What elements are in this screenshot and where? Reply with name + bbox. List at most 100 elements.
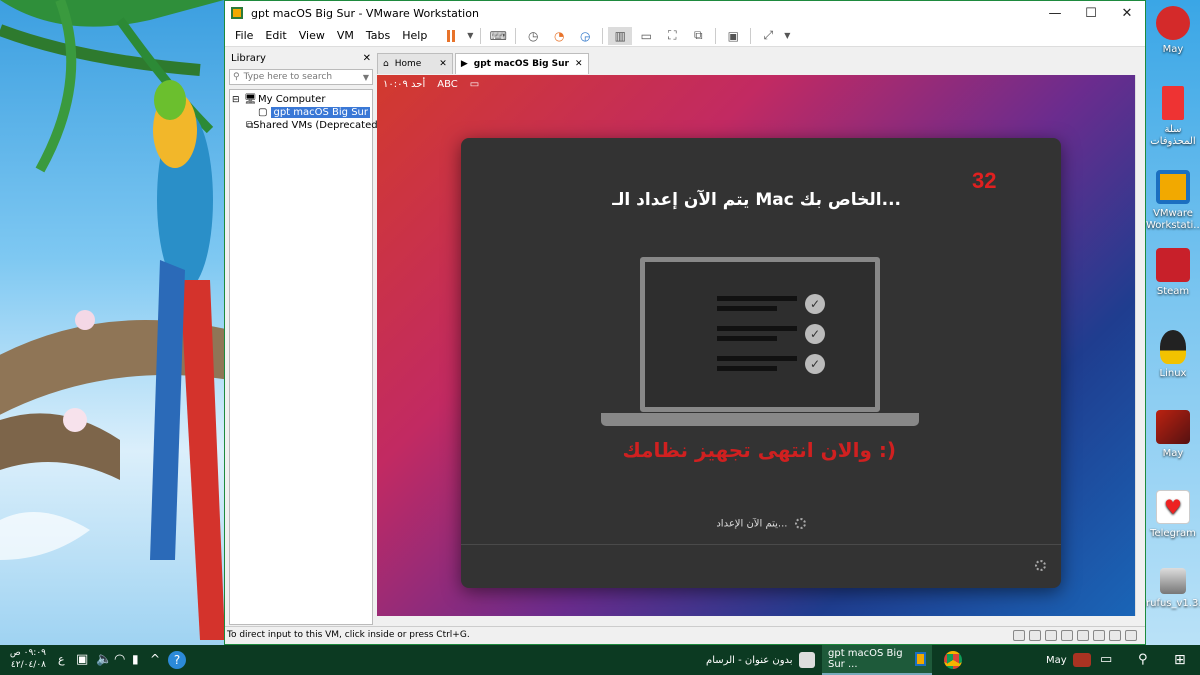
taskbar: ٠٩:٠٩ ص ٤٢/٠٤/٠٨ ع ▣ 🔈 ◠ ▮ ^ ? بدون عنوا… xyxy=(0,645,1200,675)
hard-disk-icon[interactable] xyxy=(1013,630,1025,641)
toolbar-separator xyxy=(602,27,604,44)
send-keys-icon[interactable]: ⌨ xyxy=(486,27,510,45)
tree-label: Shared VMs (Deprecated) xyxy=(253,120,382,131)
window-title: gpt macOS Big Sur - VMware Workstation xyxy=(251,6,479,20)
keyboard-icon: ▭ xyxy=(469,79,480,90)
usb-icon[interactable] xyxy=(1061,630,1073,641)
tab-label: Home xyxy=(394,59,422,69)
title-bar[interactable]: gpt macOS Big Sur - VMware Workstation —… xyxy=(225,1,1145,25)
input-language[interactable]: ع xyxy=(58,653,65,666)
desktop-icon-recycle-bin[interactable]: سلة المحذوفات xyxy=(1146,86,1200,148)
show-library-icon[interactable]: ▥ xyxy=(608,26,633,45)
thumbnail-bar-icon[interactable]: ▭ xyxy=(634,27,658,45)
notification-icon[interactable]: ▣ xyxy=(76,652,92,668)
wifi-icon[interactable]: ◠ xyxy=(114,652,130,668)
revert-snapshot-icon[interactable]: ◔ xyxy=(547,27,571,45)
tab-close-icon[interactable]: ✕ xyxy=(575,59,583,69)
desktop-wallpaper xyxy=(0,0,224,645)
mac-input-source: ABC xyxy=(437,79,458,90)
cd-drive-icon[interactable] xyxy=(1029,630,1041,641)
tree-item-shared-vms[interactable]: ⧉ Shared VMs (Deprecated) xyxy=(232,119,381,132)
desktop-icon-label: VMware Workstati... xyxy=(1146,208,1200,231)
shared-vms-icon: ⧉ xyxy=(246,120,254,131)
full-screen-icon[interactable]: ⛶ xyxy=(660,27,684,45)
tree-label: gpt macOS Big Sur xyxy=(271,107,370,118)
desktop-icon-linux[interactable]: Linux xyxy=(1146,330,1200,380)
desktop-icon-label: Steam xyxy=(1156,286,1190,297)
collapse-icon[interactable]: ⊟ xyxy=(232,95,244,105)
checkmark-icon: ✓ xyxy=(805,354,825,374)
console-icon[interactable]: ▣ xyxy=(721,27,745,45)
tree-item-my-computer[interactable]: ⊟ 🖥 My Computer xyxy=(232,93,370,106)
toolbar-separator xyxy=(750,27,752,44)
taskbar-app-chrome[interactable] xyxy=(938,645,968,675)
desktop-icon-label: May xyxy=(1162,448,1184,459)
search-icon: ⚲ xyxy=(233,72,240,82)
dropdown-arrow-icon[interactable]: ▼ xyxy=(782,27,792,45)
tab-label: gpt macOS Big Sur xyxy=(473,59,569,69)
unity-icon[interactable]: ⧉ xyxy=(686,27,710,45)
taskbar-app-paint[interactable]: بدون عنوان - الرسام xyxy=(700,645,821,675)
tab-home[interactable]: ⌂ Home ✕ xyxy=(377,53,453,74)
pause-button[interactable] xyxy=(439,27,463,45)
sound-icon[interactable] xyxy=(1077,630,1089,641)
dropdown-arrow-icon[interactable]: ▼ xyxy=(465,27,475,45)
display-icon[interactable] xyxy=(1109,630,1121,641)
vertical-scrollbar[interactable] xyxy=(1135,75,1145,616)
tab-close-icon[interactable]: ✕ xyxy=(439,59,447,69)
toolbar-separator xyxy=(480,27,482,44)
spinner-icon xyxy=(1035,560,1046,571)
stretch-icon[interactable]: ⤢ xyxy=(756,27,780,45)
toolbar-separator xyxy=(515,27,517,44)
minimize-button[interactable]: — xyxy=(1037,1,1073,25)
desktop-icon-may-2[interactable]: May xyxy=(1146,410,1200,460)
network-icon[interactable] xyxy=(1045,630,1057,641)
menu-file[interactable]: File xyxy=(229,29,259,42)
battery-icon[interactable]: ▮ xyxy=(132,652,148,668)
snapshot-icon[interactable]: ◷ xyxy=(521,27,545,45)
desktop-icon-steam[interactable]: Steam xyxy=(1146,248,1200,298)
menu-tabs[interactable]: Tabs xyxy=(360,29,396,42)
wallpaper-art xyxy=(0,0,224,640)
menu-help[interactable]: Help xyxy=(396,29,433,42)
maximize-button[interactable]: ☐ xyxy=(1073,1,1109,25)
taskbar-app-may[interactable]: May xyxy=(1040,645,1097,675)
vmware-icon xyxy=(1156,170,1190,204)
vm-display[interactable]: أحد ١٠:٠٩ ABC ▭ 32 يتم الآن إعداد الـ Ma… xyxy=(377,75,1145,616)
message-icon[interactable] xyxy=(1125,630,1137,641)
library-header: Library ✕ xyxy=(227,51,375,67)
task-view-icon[interactable]: ▭ xyxy=(1100,652,1116,668)
taskbar-clock[interactable]: ٠٩:٠٩ ص ٤٢/٠٤/٠٨ xyxy=(6,647,46,671)
desktop-icon-label: سلة المحذوفات xyxy=(1150,124,1196,147)
show-hidden-icons[interactable]: ^ xyxy=(150,652,166,668)
snapshot-manager-icon[interactable]: ◶ xyxy=(573,27,597,45)
desktop-icon-telegram[interactable]: ♥ Telegram xyxy=(1146,490,1200,540)
setup-status: يتم الآن الإعداد... xyxy=(661,518,861,530)
setup-status-text: يتم الآن الإعداد... xyxy=(716,518,788,530)
tree-item-vm[interactable]: ▢ gpt macOS Big Sur xyxy=(232,106,370,119)
vm-icon: ▢ xyxy=(258,107,268,118)
printer-icon[interactable] xyxy=(1093,630,1105,641)
search-icon[interactable]: ⚲ xyxy=(1138,652,1154,668)
menu-edit[interactable]: Edit xyxy=(259,29,292,42)
tux-icon xyxy=(1160,330,1186,364)
library-close-icon[interactable]: ✕ xyxy=(363,53,371,65)
windows-start-icon[interactable]: ⊞ xyxy=(1174,652,1190,668)
menu-view[interactable]: View xyxy=(293,29,331,42)
close-button[interactable]: ✕ xyxy=(1109,1,1145,25)
computer-icon: 🖥 xyxy=(244,94,257,105)
library-search-input[interactable]: ⚲ Type here to search ▼ xyxy=(229,69,373,85)
desktop-icon-may[interactable]: May xyxy=(1146,6,1200,56)
desktop-icon-rufus[interactable]: rufus_v1.3.4 xyxy=(1146,568,1200,610)
tab-vm[interactable]: ▶ gpt macOS Big Sur ✕ xyxy=(454,53,589,74)
desktop-icon-vmware[interactable]: VMware Workstati... xyxy=(1146,170,1200,232)
volume-icon[interactable]: 🔈 xyxy=(96,652,112,668)
help-icon[interactable]: ? xyxy=(168,651,186,669)
library-tree: ⊟ 🖥 My Computer ▢ gpt macOS Big Sur ⧉ Sh… xyxy=(229,89,381,625)
mac-clock: أحد ١٠:٠٩ xyxy=(383,79,426,90)
recycle-bin-icon xyxy=(1162,86,1184,120)
chevron-down-icon[interactable]: ▼ xyxy=(363,73,369,82)
app-label: May xyxy=(1046,654,1067,666)
taskbar-app-vmware[interactable]: gpt macOS Big Sur ... xyxy=(822,645,932,675)
menu-vm[interactable]: VM xyxy=(331,29,360,42)
